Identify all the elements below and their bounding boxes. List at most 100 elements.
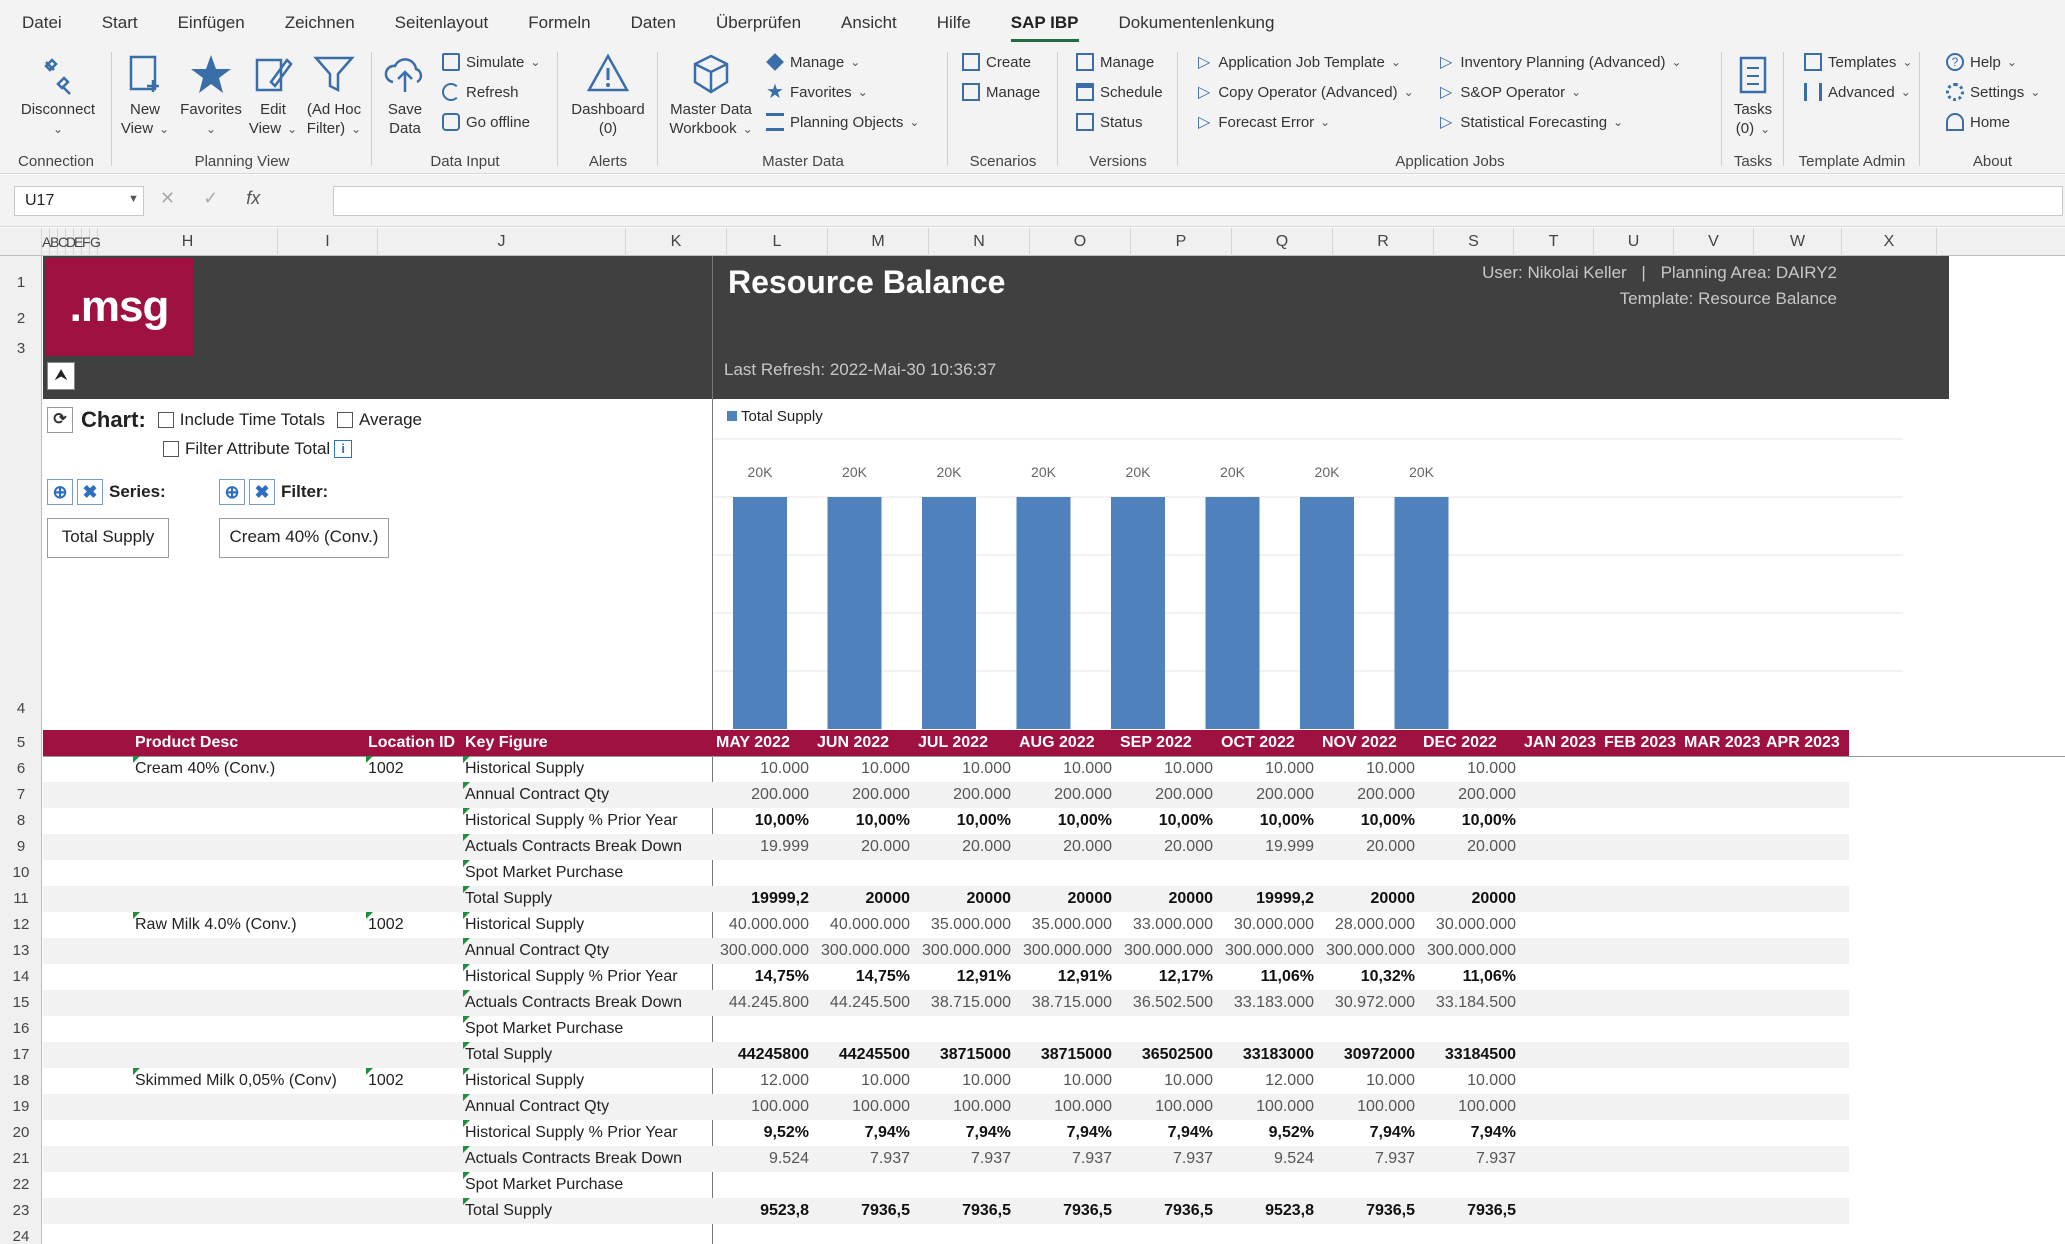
key-figure-cell[interactable]: Spot Market Purchase	[465, 1172, 623, 1198]
value-cell[interactable]: 33.183.000	[1218, 990, 1314, 1016]
adhoc-filter-button[interactable]: (Ad Hoc Filter) ⌄	[302, 52, 366, 139]
value-cell[interactable]: 14,75%	[814, 964, 910, 990]
key-figure-cell[interactable]: Actuals Contracts Break Down	[465, 834, 682, 860]
location-id-cell[interactable]: 1002	[368, 1068, 404, 1094]
filter-attribute-total-checkbox[interactable]	[163, 441, 179, 457]
value-cell[interactable]: 35.000.000	[915, 912, 1011, 938]
add-series-button[interactable]: ⊕	[47, 479, 73, 505]
column-header-b[interactable]: B	[50, 228, 59, 256]
value-cell[interactable]: 20.000	[1319, 834, 1415, 860]
value-cell[interactable]: 20000	[915, 886, 1012, 912]
column-header-f[interactable]: F	[82, 228, 91, 256]
value-cell[interactable]	[1218, 1016, 1314, 1042]
product-desc-cell[interactable]: Raw Milk 4.0% (Conv.)	[135, 912, 297, 938]
sop-operator-button[interactable]: ▷ S&OP Operator ⌄	[1440, 80, 1581, 104]
row-header-19[interactable]: 19	[0, 1098, 42, 1124]
bar-aug-2022[interactable]	[1016, 497, 1071, 729]
value-cell[interactable]: 10.000	[814, 1068, 910, 1094]
master-data-workbook-button[interactable]: Master Data Workbook ⌄	[668, 52, 754, 139]
value-cell[interactable]	[1420, 860, 1516, 886]
value-cell[interactable]: 10,00%	[1420, 808, 1516, 834]
menu-item-start[interactable]: Start	[102, 13, 138, 33]
row-header-1[interactable]: 1	[0, 274, 42, 300]
value-cell[interactable]	[1117, 860, 1213, 886]
column-header-a[interactable]: A	[42, 228, 51, 256]
value-cell[interactable]: 9,52%	[1218, 1120, 1314, 1146]
table-row[interactable]: Actuals Contracts Break Down 44.245.800 44…	[43, 990, 1849, 1016]
row-header-11[interactable]: 11	[0, 890, 42, 916]
row-header-8[interactable]: 8	[0, 812, 42, 838]
series-value-box[interactable]: Total Supply	[47, 518, 169, 558]
value-cell[interactable]	[1016, 860, 1112, 886]
value-cell[interactable]: 100.000	[814, 1094, 910, 1120]
value-cell[interactable]: 44.245.800	[713, 990, 809, 1016]
value-cell[interactable]: 200.000	[1420, 782, 1516, 808]
value-cell[interactable]: 200.000	[1117, 782, 1213, 808]
chevron-down-icon[interactable]: ▼	[128, 193, 139, 205]
value-cell[interactable]: 12,91%	[1016, 964, 1112, 990]
value-cell[interactable]	[1319, 860, 1415, 886]
column-header-l[interactable]: L	[727, 228, 828, 256]
row-header-22[interactable]: 22	[0, 1176, 42, 1202]
column-header-j[interactable]: J	[378, 228, 626, 256]
collapse-button[interactable]: ⮝	[47, 362, 75, 390]
column-header-i[interactable]: I	[278, 228, 378, 256]
product-desc-cell[interactable]: Skimmed Milk 0,05% (Conv)	[135, 1068, 337, 1094]
column-header-k[interactable]: K	[626, 228, 727, 256]
select-all-corner[interactable]	[0, 228, 42, 256]
value-cell[interactable]: 33184500	[1420, 1042, 1516, 1068]
key-figure-cell[interactable]: Historical Supply % Prior Year	[465, 1120, 678, 1146]
value-cell[interactable]: 300.000.000	[1319, 938, 1415, 964]
value-cell[interactable]: 7,94%	[1016, 1120, 1112, 1146]
row-header-13[interactable]: 13	[0, 942, 42, 968]
value-cell[interactable]: 20.000	[814, 834, 910, 860]
column-header-c[interactable]: C	[58, 228, 68, 256]
value-cell[interactable]: 10.000	[1117, 1068, 1213, 1094]
value-cell[interactable]	[1319, 1016, 1415, 1042]
value-cell[interactable]: 10,00%	[1218, 808, 1314, 834]
key-figure-cell[interactable]: Annual Contract Qty	[465, 938, 609, 964]
edit-view-button[interactable]: Edit View ⌄	[248, 52, 298, 139]
table-row[interactable]: Historical Supply % Prior Year 10,00% 10,0…	[43, 808, 1849, 834]
bar-oct-2022[interactable]	[1205, 497, 1260, 729]
value-cell[interactable]: 7936,5	[915, 1198, 1011, 1224]
row-header-3[interactable]: 3	[0, 340, 42, 366]
column-header-t[interactable]: T	[1514, 228, 1594, 256]
value-cell[interactable]: 7936,5	[814, 1198, 910, 1224]
value-cell[interactable]: 30972000	[1319, 1042, 1415, 1068]
dashboard-button[interactable]: Dashboard (0)	[566, 52, 650, 138]
value-cell[interactable]: 36502500	[1117, 1042, 1213, 1068]
table-row[interactable]: Annual Contract Qty 200.000 200.000 200.000…	[43, 782, 1849, 808]
value-cell[interactable]: 7,94%	[1117, 1120, 1213, 1146]
row-header-4[interactable]: 4	[0, 700, 42, 726]
formula-input[interactable]	[333, 186, 2063, 216]
value-cell[interactable]: 200.000	[1016, 782, 1112, 808]
table-row[interactable]: Spot Market Purchase	[43, 1172, 1849, 1198]
value-cell[interactable]: 200.000	[814, 782, 910, 808]
version-status-button[interactable]: Status	[1076, 110, 1143, 134]
value-cell[interactable]: 20000	[1319, 886, 1416, 912]
filter-value-box[interactable]: Cream 40% (Conv.)	[219, 518, 389, 558]
value-cell[interactable]	[1016, 1172, 1112, 1198]
row-header-14[interactable]: 14	[0, 968, 42, 994]
templates-button[interactable]: Templates ⌄	[1804, 50, 1912, 74]
disconnect-button[interactable]: Disconnect ⌄	[18, 52, 98, 139]
value-cell[interactable]: 19.999	[713, 834, 809, 860]
menu-item-zeichnen[interactable]: Zeichnen	[285, 13, 355, 33]
key-figure-cell[interactable]: Actuals Contracts Break Down	[465, 1146, 682, 1172]
value-cell[interactable]	[1420, 1172, 1516, 1198]
row-header-24[interactable]: 24	[0, 1228, 42, 1244]
key-figure-cell[interactable]: Actuals Contracts Break Down	[465, 990, 682, 1016]
table-row[interactable]: Annual Contract Qty 300.000.000 300.000.00…	[43, 938, 1849, 964]
add-filter-button[interactable]: ⊕	[219, 479, 245, 505]
settings-button[interactable]: Settings ⌄	[1946, 80, 2040, 104]
value-cell[interactable]	[915, 860, 1011, 886]
value-cell[interactable]: 10.000	[814, 756, 910, 782]
table-row[interactable]: Annual Contract Qty 100.000 100.000 100.000…	[43, 1094, 1849, 1120]
value-cell[interactable]: 100.000	[713, 1094, 809, 1120]
value-cell[interactable]: 9.524	[1218, 1146, 1314, 1172]
menu-item-hilfe[interactable]: Hilfe	[937, 13, 971, 33]
menu-item-seitenlayout[interactable]: Seitenlayout	[395, 13, 489, 33]
value-cell[interactable]: 10,00%	[1016, 808, 1112, 834]
column-header-d[interactable]: D	[66, 228, 76, 256]
